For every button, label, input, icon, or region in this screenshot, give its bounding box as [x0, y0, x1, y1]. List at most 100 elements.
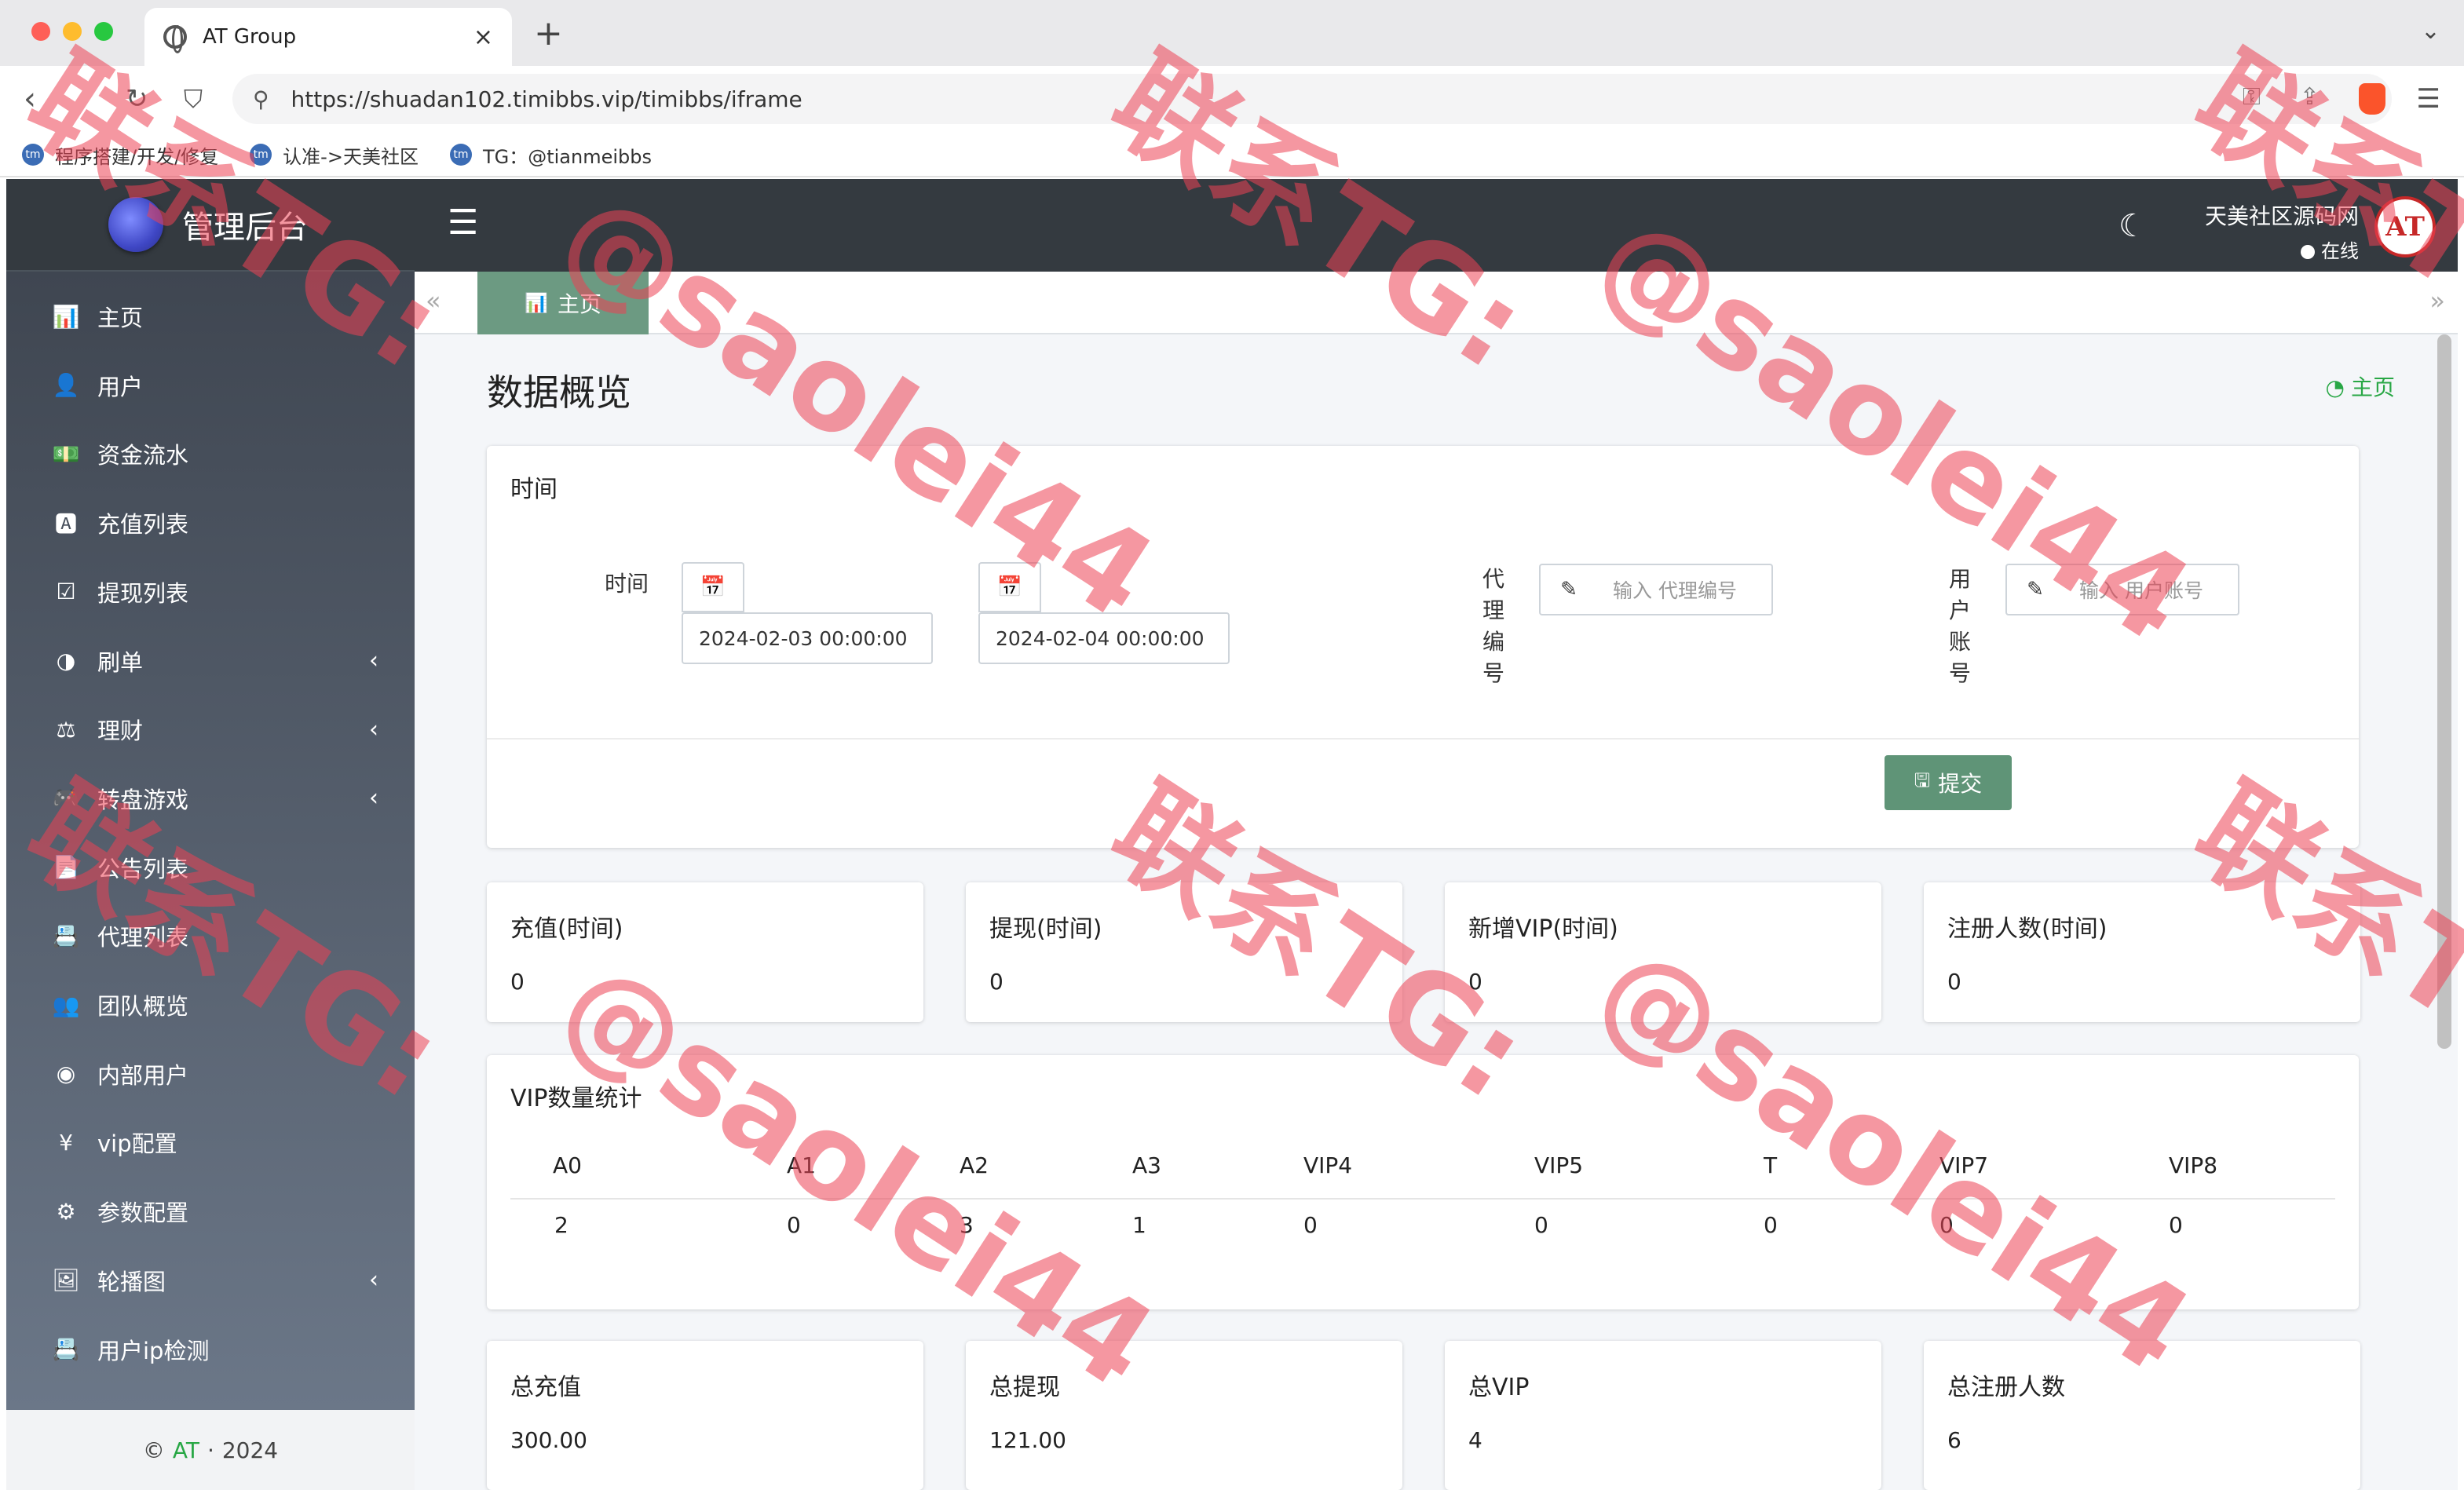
top-navbar: 管理后台 ☰ ☾ 天美社区源码网 在线 AT	[6, 179, 2458, 272]
site-settings-icon[interactable]: ⚲	[253, 86, 269, 112]
user-status-text: 在线	[2321, 240, 2359, 262]
total-label: 总充值	[510, 1374, 581, 1401]
user-account-input[interactable]: 输入 用户账号	[2064, 564, 2239, 615]
bookmark-item[interactable]: tm 认准->天美社区	[250, 141, 419, 169]
sidebar-item-label: 主页	[97, 305, 144, 331]
user-status: 在线	[2197, 236, 2359, 263]
bookmark-icon[interactable]: ⛉	[184, 82, 203, 116]
user-name: 天美社区源码网	[2204, 203, 2359, 229]
chevron-down-icon[interactable]: ⌄	[2421, 17, 2440, 45]
card-divider	[487, 738, 2359, 740]
url-field[interactable]: ⚲ https://shuadan102.timibbs.vip/timibbs…	[232, 74, 2392, 124]
sidebar-item[interactable]: ☑ 提现列表	[6, 558, 415, 626]
scrollbar[interactable]	[2437, 334, 2451, 1490]
sidebar-item[interactable]: 👤 用户	[6, 352, 415, 419]
end-date-input[interactable]: 2024-02-04 00:00:00	[978, 612, 1230, 664]
sidebar-item[interactable]: 🎮 转盘游戏 ‹	[6, 765, 415, 832]
bookmark-item[interactable]: tm TG：@tianmeibbs	[449, 141, 652, 169]
sidebar-item[interactable]: 📇 用户ip检测	[6, 1316, 415, 1383]
window-zoom-button[interactable]	[94, 22, 113, 41]
stat-label: 提现(时间)	[989, 915, 1102, 943]
gears-icon: ⚙	[56, 1198, 76, 1225]
sidebar-item[interactable]: ◉ 内部用户	[6, 1040, 415, 1108]
sidebar-item[interactable]: 👥 团队概览	[6, 971, 415, 1039]
user-account-label-char: 号	[1948, 660, 1971, 686]
table-header-cell: A1	[787, 1152, 816, 1178]
avatar[interactable]: AT	[2374, 196, 2436, 257]
browser-tab[interactable]: AT Group ×	[144, 8, 512, 66]
total-value: 4	[1468, 1427, 1482, 1453]
sidebar-item[interactable]: 📄 公告列表	[6, 834, 415, 901]
sidebar-item[interactable]: 🖼 轮播图 ‹	[6, 1247, 415, 1314]
sidebar-item-label: 理财	[97, 718, 144, 745]
address-actions: ⚿ ⇪	[2243, 83, 2385, 115]
total-label: 总提现	[989, 1374, 1060, 1401]
finance-icon: ⚖	[56, 716, 76, 743]
total-card: 总充值 300.00	[487, 1341, 923, 1490]
sidebar-item-label: 转盘游戏	[97, 786, 189, 813]
stat-label: 充值(时间)	[510, 915, 623, 943]
copyright-symbol: ©	[142, 1437, 165, 1463]
calendar-icon[interactable]: 📅	[682, 562, 744, 612]
new-tab-button[interactable]: +	[534, 14, 563, 53]
brand-link[interactable]: 管理后台	[6, 179, 415, 272]
user-icon: 👤	[52, 372, 80, 399]
recharge-icon: 🅰	[54, 511, 77, 538]
window-close-button[interactable]	[31, 22, 50, 41]
total-card: 总VIP 4	[1445, 1341, 1881, 1490]
url-text: https://shuadan102.timibbs.vip/timibbs/i…	[291, 86, 802, 112]
scrollbar-thumb[interactable]	[2437, 334, 2451, 1049]
brave-shield-icon[interactable]	[2359, 83, 2385, 115]
menu-toggle-icon[interactable]: ☰	[448, 206, 478, 240]
tabs-scroll-right-icon[interactable]: »	[2429, 286, 2445, 316]
tab-home-label: 主页	[557, 291, 601, 317]
reload-button[interactable]: ↻	[126, 82, 148, 116]
dark-mode-toggle-icon[interactable]: ☾	[2119, 210, 2147, 242]
main-content: « 📊 主页 » 数据概览 ◔ 主页 时间 时间 📅 2024-02-03 00:…	[415, 272, 2458, 1490]
agent-id-label-char: 号	[1482, 660, 1504, 686]
tabs-scroll-left-icon[interactable]: «	[426, 286, 441, 316]
sidebar-item[interactable]: 💵 资金流水	[6, 420, 415, 488]
table-header-cell: A3	[1132, 1152, 1161, 1178]
start-date-input[interactable]: 2024-02-03 00:00:00	[682, 612, 933, 664]
breadcrumb[interactable]: ◔ 主页	[2326, 371, 2395, 402]
bookmark-item[interactable]: tm 程序搭建/开发/修复	[22, 141, 218, 169]
gamepad-icon: 🎮	[52, 785, 80, 812]
submit-button[interactable]: 🖫 提交	[1885, 755, 2012, 810]
browser-menu-icon[interactable]: ☰	[2417, 83, 2440, 115]
sidebar-item[interactable]: 🅰 充值列表	[6, 489, 415, 557]
stat-value: 0	[510, 969, 525, 995]
key-icon[interactable]: ⚿	[2243, 83, 2261, 115]
calendar-icon[interactable]: 📅	[978, 562, 1041, 612]
sidebar-item-label: 代理列表	[97, 924, 189, 951]
site-favicon-icon: tm	[250, 144, 272, 166]
sidebar-item[interactable]: 📊 主页	[6, 283, 415, 350]
sidebar-item[interactable]: ⚖ 理财 ‹	[6, 696, 415, 763]
stat-card: 新增VIP(时间) 0	[1445, 882, 1881, 1022]
agent-id-input[interactable]: 输入 代理编号	[1597, 564, 1773, 615]
sidebar: 📊 主页 👤 用户 💵 资金流水 🅰 充值列表 ☑ 提现列表 ◑ 刷单 ‹ ⚖ 理财 ‹ 🎮 转盘游戏 ‹ 📄 公告列表…	[6, 272, 415, 1410]
status-dot-icon	[2301, 245, 2315, 259]
contact-card-icon: 📇	[52, 922, 80, 949]
close-tab-button[interactable]: ×	[473, 24, 493, 51]
tab-home[interactable]: 📊 主页	[477, 272, 649, 334]
sidebar-item[interactable]: ¥ vip配置	[6, 1108, 415, 1176]
total-value: 300.00	[510, 1427, 587, 1453]
bar-chart-icon: 📊	[525, 292, 548, 314]
sidebar-item-label: 公告列表	[97, 855, 189, 882]
sidebar-item[interactable]: ◑ 刷单 ‹	[6, 627, 415, 695]
sidebar-item[interactable]: 📇 代理列表	[6, 902, 415, 970]
back-button[interactable]: ‹	[24, 82, 36, 116]
user-info[interactable]: 天美社区源码网 在线	[2197, 199, 2359, 263]
share-icon[interactable]: ⇪	[2300, 83, 2320, 115]
stat-card: 提现(时间) 0	[966, 882, 1402, 1022]
bookmark-label: 程序搭建/开发/修复	[55, 145, 219, 168]
table-header-cell: VIP4	[1303, 1152, 1353, 1178]
table-header-cell: VIP5	[1534, 1152, 1584, 1178]
sidebar-item-label: 用户	[97, 373, 144, 400]
table-divider	[510, 1198, 2335, 1200]
total-value: 121.00	[989, 1427, 1066, 1453]
footer-brand-link[interactable]: AT	[173, 1437, 199, 1463]
sidebar-item[interactable]: ⚙ 参数配置	[6, 1178, 415, 1245]
window-minimize-button[interactable]	[63, 22, 82, 41]
